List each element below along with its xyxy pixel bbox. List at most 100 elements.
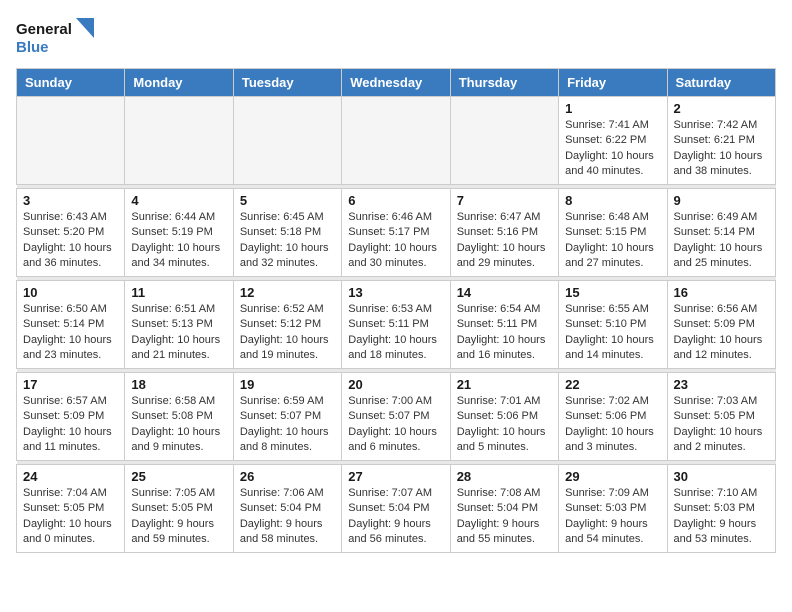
calendar-cell: 25 Sunrise: 7:05 AM Sunset: 5:05 PM Dayli… bbox=[125, 465, 233, 553]
calendar-cell: 2 Sunrise: 7:42 AM Sunset: 6:21 PM Daylig… bbox=[667, 97, 775, 185]
calendar-cell: 30 Sunrise: 7:10 AM Sunset: 5:03 PM Dayli… bbox=[667, 465, 775, 553]
calendar-cell: 4 Sunrise: 6:44 AM Sunset: 5:19 PM Daylig… bbox=[125, 189, 233, 277]
day-info: Sunrise: 6:49 AM Sunset: 5:14 PM Dayligh… bbox=[674, 210, 769, 272]
day-number: 20 bbox=[348, 377, 443, 392]
calendar-cell bbox=[233, 97, 341, 185]
day-number: 1 bbox=[565, 101, 660, 116]
day-number: 18 bbox=[131, 377, 226, 392]
calendar-cell: 16Sunrise: 6:56 AM Sunset: 5:09 PM Dayli… bbox=[667, 281, 775, 369]
logo: General Blue bbox=[16, 16, 96, 60]
calendar-cell: 26 Sunrise: 7:06 AM Sunset: 5:04 PM Dayli… bbox=[233, 465, 341, 553]
day-info: Sunrise: 6:57 AM Sunset: 5:09 PM Dayligh… bbox=[23, 394, 118, 456]
calendar-cell: 10Sunrise: 6:50 AM Sunset: 5:14 PM Dayli… bbox=[17, 281, 125, 369]
day-number: 8 bbox=[565, 193, 660, 208]
day-number: 19 bbox=[240, 377, 335, 392]
calendar-week-row: 24 Sunrise: 7:04 AM Sunset: 5:05 PM Dayli… bbox=[17, 465, 776, 553]
calendar-cell: 19 Sunrise: 6:59 AM Sunset: 5:07 PM Dayli… bbox=[233, 373, 341, 461]
day-info: Sunrise: 6:55 AM Sunset: 5:10 PM Dayligh… bbox=[565, 302, 660, 364]
day-number: 9 bbox=[674, 193, 769, 208]
day-info: Sunrise: 6:50 AM Sunset: 5:14 PM Dayligh… bbox=[23, 302, 118, 364]
calendar-cell: 23 Sunrise: 7:03 AM Sunset: 5:05 PM Dayli… bbox=[667, 373, 775, 461]
day-number: 29 bbox=[565, 469, 660, 484]
day-number: 3 bbox=[23, 193, 118, 208]
day-info: Sunrise: 6:58 AM Sunset: 5:08 PM Dayligh… bbox=[131, 394, 226, 456]
calendar-cell bbox=[17, 97, 125, 185]
day-number: 21 bbox=[457, 377, 552, 392]
day-number: 23 bbox=[674, 377, 769, 392]
calendar-week-row: 3 Sunrise: 6:43 AM Sunset: 5:20 PM Daylig… bbox=[17, 189, 776, 277]
calendar-cell: 18 Sunrise: 6:58 AM Sunset: 5:08 PM Dayli… bbox=[125, 373, 233, 461]
calendar-table: SundayMondayTuesdayWednesdayThursdayFrid… bbox=[16, 68, 776, 553]
calendar-cell: 24 Sunrise: 7:04 AM Sunset: 5:05 PM Dayli… bbox=[17, 465, 125, 553]
day-info: Sunrise: 7:09 AM Sunset: 5:03 PM Dayligh… bbox=[565, 486, 660, 548]
day-info: Sunrise: 7:41 AM Sunset: 6:22 PM Dayligh… bbox=[565, 118, 660, 180]
day-number: 17 bbox=[23, 377, 118, 392]
calendar-cell: 21Sunrise: 7:01 AM Sunset: 5:06 PM Dayli… bbox=[450, 373, 558, 461]
day-info: Sunrise: 6:54 AM Sunset: 5:11 PM Dayligh… bbox=[457, 302, 552, 364]
calendar-cell bbox=[125, 97, 233, 185]
calendar-cell: 12Sunrise: 6:52 AM Sunset: 5:12 PM Dayli… bbox=[233, 281, 341, 369]
day-info: Sunrise: 7:03 AM Sunset: 5:05 PM Dayligh… bbox=[674, 394, 769, 456]
weekday-header: Saturday bbox=[667, 69, 775, 97]
day-info: Sunrise: 6:44 AM Sunset: 5:19 PM Dayligh… bbox=[131, 210, 226, 272]
day-info: Sunrise: 6:48 AM Sunset: 5:15 PM Dayligh… bbox=[565, 210, 660, 272]
day-number: 14 bbox=[457, 285, 552, 300]
calendar-cell: 8 Sunrise: 6:48 AM Sunset: 5:15 PM Daylig… bbox=[559, 189, 667, 277]
day-info: Sunrise: 7:06 AM Sunset: 5:04 PM Dayligh… bbox=[240, 486, 335, 548]
day-info: Sunrise: 7:04 AM Sunset: 5:05 PM Dayligh… bbox=[23, 486, 118, 548]
weekday-header: Friday bbox=[559, 69, 667, 97]
day-info: Sunrise: 7:05 AM Sunset: 5:05 PM Dayligh… bbox=[131, 486, 226, 548]
calendar-week-row: 17 Sunrise: 6:57 AM Sunset: 5:09 PM Dayli… bbox=[17, 373, 776, 461]
day-info: Sunrise: 6:45 AM Sunset: 5:18 PM Dayligh… bbox=[240, 210, 335, 272]
svg-text:General: General bbox=[16, 21, 72, 38]
day-number: 5 bbox=[240, 193, 335, 208]
weekday-header: Thursday bbox=[450, 69, 558, 97]
day-info: Sunrise: 6:53 AM Sunset: 5:11 PM Dayligh… bbox=[348, 302, 443, 364]
calendar-cell: 29 Sunrise: 7:09 AM Sunset: 5:03 PM Dayli… bbox=[559, 465, 667, 553]
page-header: General Blue bbox=[16, 16, 776, 60]
calendar-cell bbox=[342, 97, 450, 185]
calendar-cell: 20 Sunrise: 7:00 AM Sunset: 5:07 PM Dayli… bbox=[342, 373, 450, 461]
day-info: Sunrise: 6:51 AM Sunset: 5:13 PM Dayligh… bbox=[131, 302, 226, 364]
calendar-week-row: 10Sunrise: 6:50 AM Sunset: 5:14 PM Dayli… bbox=[17, 281, 776, 369]
day-info: Sunrise: 7:02 AM Sunset: 5:06 PM Dayligh… bbox=[565, 394, 660, 456]
day-info: Sunrise: 7:00 AM Sunset: 5:07 PM Dayligh… bbox=[348, 394, 443, 456]
day-number: 13 bbox=[348, 285, 443, 300]
calendar-cell: 11 Sunrise: 6:51 AM Sunset: 5:13 PM Dayli… bbox=[125, 281, 233, 369]
weekday-header: Sunday bbox=[17, 69, 125, 97]
calendar-cell: 3 Sunrise: 6:43 AM Sunset: 5:20 PM Daylig… bbox=[17, 189, 125, 277]
day-number: 30 bbox=[674, 469, 769, 484]
day-number: 2 bbox=[674, 101, 769, 116]
calendar-cell: 22 Sunrise: 7:02 AM Sunset: 5:06 PM Dayli… bbox=[559, 373, 667, 461]
calendar-cell: 27Sunrise: 7:07 AM Sunset: 5:04 PM Dayli… bbox=[342, 465, 450, 553]
day-info: Sunrise: 6:56 AM Sunset: 5:09 PM Dayligh… bbox=[674, 302, 769, 364]
svg-text:Blue: Blue bbox=[16, 39, 49, 56]
day-info: Sunrise: 6:43 AM Sunset: 5:20 PM Dayligh… bbox=[23, 210, 118, 272]
day-number: 24 bbox=[23, 469, 118, 484]
day-number: 26 bbox=[240, 469, 335, 484]
day-number: 7 bbox=[457, 193, 552, 208]
weekday-header: Tuesday bbox=[233, 69, 341, 97]
calendar-header-row: SundayMondayTuesdayWednesdayThursdayFrid… bbox=[17, 69, 776, 97]
day-number: 11 bbox=[131, 285, 226, 300]
day-info: Sunrise: 6:59 AM Sunset: 5:07 PM Dayligh… bbox=[240, 394, 335, 456]
weekday-header: Wednesday bbox=[342, 69, 450, 97]
calendar-body: 1 Sunrise: 7:41 AM Sunset: 6:22 PM Daylig… bbox=[17, 97, 776, 553]
calendar-cell: 9 Sunrise: 6:49 AM Sunset: 5:14 PM Daylig… bbox=[667, 189, 775, 277]
day-info: Sunrise: 7:08 AM Sunset: 5:04 PM Dayligh… bbox=[457, 486, 552, 548]
calendar-week-row: 1 Sunrise: 7:41 AM Sunset: 6:22 PM Daylig… bbox=[17, 97, 776, 185]
calendar-cell: 28 Sunrise: 7:08 AM Sunset: 5:04 PM Dayli… bbox=[450, 465, 558, 553]
day-number: 4 bbox=[131, 193, 226, 208]
calendar-cell: 17 Sunrise: 6:57 AM Sunset: 5:09 PM Dayli… bbox=[17, 373, 125, 461]
day-number: 25 bbox=[131, 469, 226, 484]
calendar-cell: 13 Sunrise: 6:53 AM Sunset: 5:11 PM Dayli… bbox=[342, 281, 450, 369]
calendar-cell: 1 Sunrise: 7:41 AM Sunset: 6:22 PM Daylig… bbox=[559, 97, 667, 185]
day-info: Sunrise: 6:52 AM Sunset: 5:12 PM Dayligh… bbox=[240, 302, 335, 364]
day-info: Sunrise: 7:42 AM Sunset: 6:21 PM Dayligh… bbox=[674, 118, 769, 180]
day-info: Sunrise: 7:10 AM Sunset: 5:03 PM Dayligh… bbox=[674, 486, 769, 548]
day-number: 28 bbox=[457, 469, 552, 484]
day-number: 15 bbox=[565, 285, 660, 300]
day-number: 22 bbox=[565, 377, 660, 392]
day-number: 6 bbox=[348, 193, 443, 208]
calendar-cell: 5 Sunrise: 6:45 AM Sunset: 5:18 PM Daylig… bbox=[233, 189, 341, 277]
